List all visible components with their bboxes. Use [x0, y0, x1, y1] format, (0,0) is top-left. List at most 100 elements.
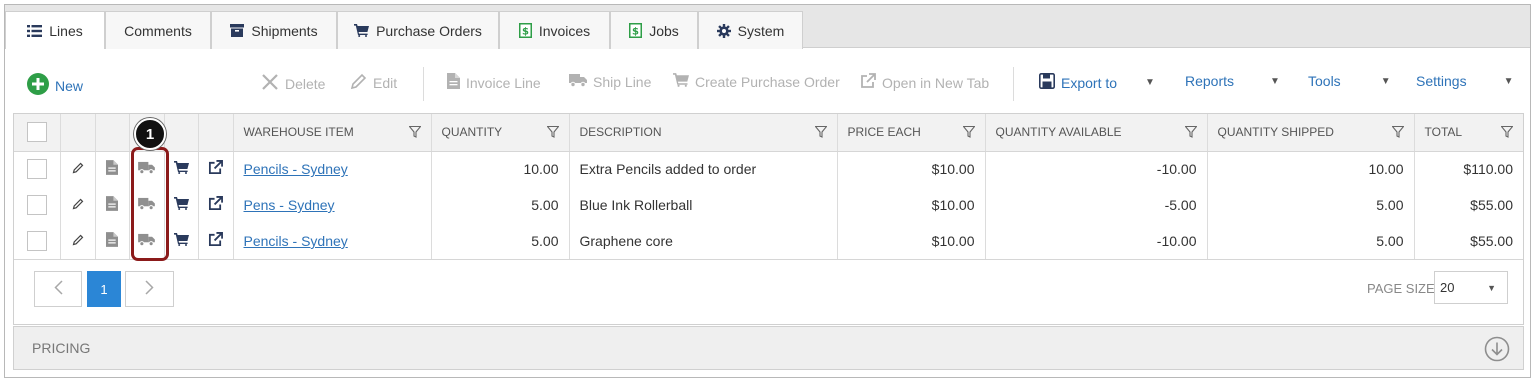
- save-icon: [1039, 73, 1055, 92]
- description-cell: Extra Pencils added to order: [569, 151, 838, 187]
- total-cell: $55.00: [1470, 233, 1513, 249]
- new-label: New: [55, 77, 84, 94]
- tab-label: Jobs: [649, 22, 679, 39]
- pricing-section[interactable]: PRICING: [13, 326, 1524, 370]
- select-all-checkbox[interactable]: [26, 122, 47, 143]
- column-header-quantity-available[interactable]: QUANTITY AVAILABLE: [985, 114, 1208, 152]
- tab-label: Lines: [49, 22, 83, 39]
- warehouse-item-link[interactable]: Pens - Sydney: [244, 197, 335, 213]
- delete-button[interactable]: Delete: [261, 73, 325, 94]
- export-dropdown[interactable]: Export to ▼: [1039, 73, 1155, 92]
- row-checkbox[interactable]: [26, 231, 47, 251]
- edit-row-icon[interactable]: [60, 223, 96, 259]
- column-header-quantity-shipped[interactable]: QUANTITY SHIPPED: [1207, 114, 1415, 152]
- open-new-tab-button[interactable]: Open in New Tab: [860, 73, 989, 92]
- cart-icon: [354, 24, 370, 37]
- filter-icon[interactable]: [813, 125, 828, 141]
- warehouse-item-link[interactable]: Pencils - Sydney: [244, 161, 348, 177]
- column-header-description[interactable]: DESCRIPTION: [569, 114, 838, 152]
- gear-icon: [716, 23, 731, 38]
- edit-button[interactable]: Edit: [350, 73, 397, 93]
- chevron-right-icon: [145, 280, 154, 298]
- export-label: Export to: [1061, 74, 1118, 91]
- quantity-cell: 5.00: [431, 187, 570, 223]
- new-button[interactable]: New: [27, 73, 83, 98]
- filter-icon[interactable]: [545, 125, 560, 141]
- total-cell: $110.00: [1463, 161, 1513, 178]
- total-cell: $55.00: [1470, 197, 1513, 213]
- tab-invoices[interactable]: $ Invoices: [499, 11, 610, 49]
- description-cell: Graphene core: [569, 223, 838, 259]
- page-button-current[interactable]: 1: [87, 271, 121, 307]
- tab-shipments[interactable]: Shipments: [211, 11, 337, 49]
- page-size-select[interactable]: 20 ▼: [1434, 271, 1508, 304]
- quantity-shipped-cell: 5.00: [1207, 187, 1415, 223]
- table-row[interactable]: Pencils - Sydney 10.00 Extra Pencils added…: [14, 151, 1523, 187]
- open-new-tab-icon[interactable]: [198, 187, 234, 223]
- row-checkbox[interactable]: [26, 195, 47, 215]
- column-header-warehouse-item[interactable]: WAREHOUSE ITEM: [233, 114, 432, 152]
- create-po-label: Create Purchase Order: [695, 73, 840, 90]
- toolbar-divider: [1013, 67, 1014, 101]
- tab-label: Comments: [124, 22, 192, 39]
- filter-icon[interactable]: [407, 125, 422, 141]
- settings-dropdown[interactable]: Settings ▼: [1416, 73, 1514, 89]
- ship-line-button[interactable]: Ship Line: [569, 73, 651, 90]
- table-row[interactable]: Pens - Sydney 5.00 Blue Ink Rollerball $10.…: [14, 187, 1523, 223]
- quantity-available-cell: -5.00: [985, 187, 1208, 223]
- tools-dropdown[interactable]: Tools ▼: [1308, 73, 1391, 89]
- purchase-order-cart-icon[interactable]: [164, 187, 199, 223]
- ship-line-label: Ship Line: [593, 73, 652, 90]
- chevron-down-icon: ▼: [1380, 75, 1391, 87]
- pencil-icon: [350, 73, 367, 93]
- tab-label: Invoices: [538, 22, 591, 39]
- lines-panel: Lines Comments Shipments Purchase Orders…: [4, 4, 1531, 378]
- column-header-price-each[interactable]: PRICE EACH: [837, 114, 986, 152]
- tab-comments[interactable]: Comments: [105, 11, 211, 49]
- select-all-cell: [14, 114, 61, 152]
- next-page-button[interactable]: [125, 271, 174, 307]
- quantity-cell: 5.00: [431, 223, 570, 259]
- create-purchase-order-button[interactable]: Create Purchase Order: [673, 73, 840, 90]
- row-checkbox[interactable]: [26, 159, 47, 180]
- price-each-cell: $10.00: [837, 187, 986, 223]
- open-new-tab-icon[interactable]: [198, 151, 234, 187]
- external-link-icon: [860, 73, 876, 92]
- filter-icon[interactable]: [1500, 125, 1514, 141]
- invoice-line-button[interactable]: Invoice Line: [447, 73, 541, 92]
- warehouse-item-link[interactable]: Pencils - Sydney: [244, 233, 348, 249]
- purchase-order-cart-icon[interactable]: [164, 223, 199, 259]
- tab-lines[interactable]: Lines: [5, 11, 105, 49]
- edit-row-icon[interactable]: [60, 151, 96, 187]
- svg-text:$: $: [522, 27, 529, 38]
- page-size-value: 20: [1440, 280, 1455, 295]
- reports-dropdown[interactable]: Reports ▼: [1185, 73, 1280, 89]
- filter-icon[interactable]: [961, 125, 976, 141]
- column-header-quantity[interactable]: QUANTITY: [431, 114, 570, 152]
- page-size-label: PAGE SIZE: [1367, 281, 1435, 296]
- quantity-available-cell: -10.00: [985, 151, 1208, 187]
- quantity-shipped-cell: 5.00: [1207, 223, 1415, 259]
- page-number: 1: [100, 281, 108, 297]
- quantity-cell: 10.00: [431, 151, 570, 187]
- table-row[interactable]: Pencils - Sydney 5.00 Graphene core $10.00-…: [14, 223, 1523, 259]
- invoice-line-icon[interactable]: [95, 187, 130, 223]
- expand-icon[interactable]: [1484, 336, 1510, 365]
- purchase-order-cart-icon[interactable]: [164, 151, 199, 187]
- previous-page-button[interactable]: [34, 271, 82, 307]
- filter-icon[interactable]: [1390, 125, 1405, 141]
- open-tab-label: Open in New Tab: [882, 74, 990, 91]
- invoice-line-icon[interactable]: [95, 223, 130, 259]
- tab-purchase-orders[interactable]: Purchase Orders: [337, 11, 499, 49]
- highlight-box: [131, 147, 169, 261]
- tab-system[interactable]: System: [698, 11, 803, 49]
- truck-icon: [569, 73, 587, 90]
- invoice-line-icon[interactable]: [95, 151, 130, 187]
- column-header-total[interactable]: TOTAL: [1414, 114, 1523, 152]
- filter-icon[interactable]: [1183, 125, 1198, 141]
- tab-jobs[interactable]: $ Jobs: [610, 11, 698, 49]
- edit-row-icon[interactable]: [60, 187, 96, 223]
- tab-label: Purchase Orders: [376, 22, 482, 39]
- open-new-tab-icon[interactable]: [198, 223, 234, 259]
- close-icon: [261, 73, 279, 94]
